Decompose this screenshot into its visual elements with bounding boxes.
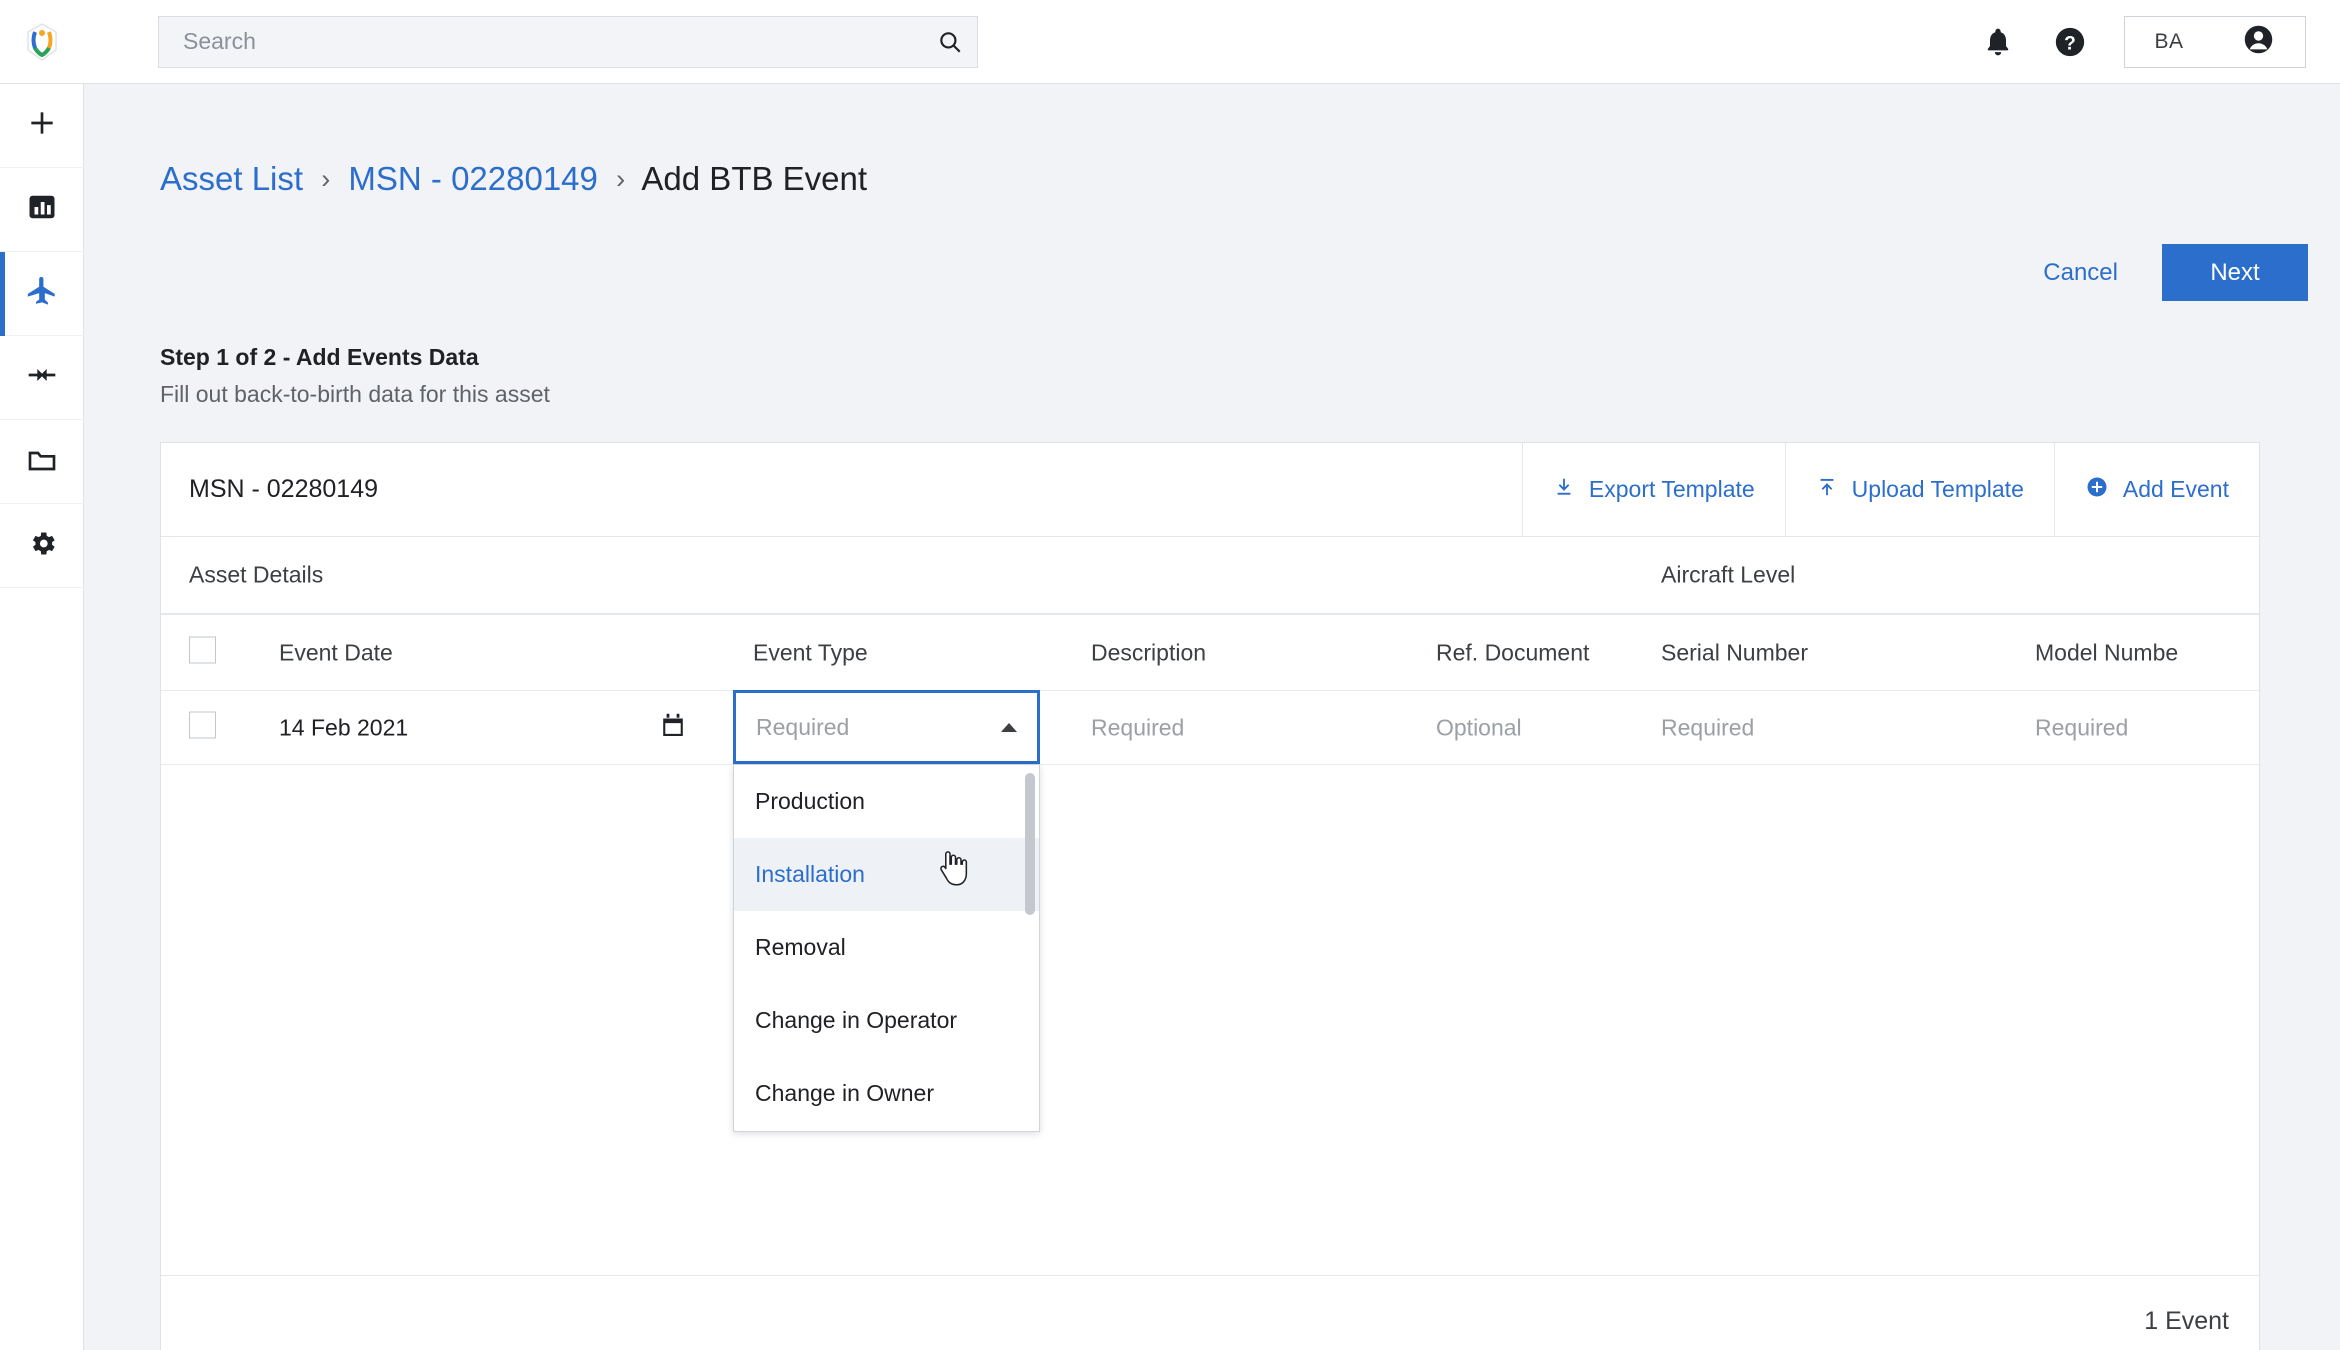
sidebar-item-documents[interactable] xyxy=(0,420,84,504)
card-title: MSN - 02280149 xyxy=(189,475,379,503)
plus-circle-icon xyxy=(2085,475,2109,505)
checkbox-box[interactable] xyxy=(189,711,216,738)
top-bar: ? BA xyxy=(0,0,2340,84)
column-group-aircraft-level: Aircraft Level xyxy=(1661,561,1796,588)
event-type-select[interactable]: Required xyxy=(733,690,1040,764)
row-checkbox[interactable] xyxy=(189,711,216,744)
breadcrumb-separator: › xyxy=(321,164,331,194)
add-event-button[interactable]: Add Event xyxy=(2053,443,2259,536)
column-header-ref-document: Ref. Document xyxy=(1436,639,1590,665)
export-template-label: Export Template xyxy=(1588,476,1755,502)
column-header-description: Description xyxy=(1091,639,1207,665)
calendar-icon[interactable] xyxy=(659,711,687,745)
event-type-dropdown-menu[interactable]: Production Installation Removal Change i… xyxy=(733,764,1040,1132)
svg-text:?: ? xyxy=(2064,33,2076,54)
cell-description[interactable]: Required xyxy=(1091,714,1184,741)
breadcrumb: Asset List › MSN - 02280149 › Add BTB Ev… xyxy=(160,160,867,198)
column-group-asset-details: Asset Details xyxy=(189,561,324,588)
search-bar[interactable] xyxy=(158,15,978,68)
topbar-actions: ? BA xyxy=(1962,0,2306,84)
dropdown-option-installation[interactable]: Installation xyxy=(734,838,1039,911)
gear-icon xyxy=(27,528,58,564)
chevron-up-icon[interactable] xyxy=(1001,722,1017,732)
add-event-label: Add Event xyxy=(2122,476,2229,502)
breadcrumb-separator: › xyxy=(616,164,626,194)
event-type-select-value: Required xyxy=(756,713,850,740)
step-title: Step 1 of 2 - Add Events Data xyxy=(160,344,479,370)
card-header: MSN - 02280149 Export Template Upload Te… xyxy=(161,443,2259,537)
column-header-serial-number: Serial Number xyxy=(1661,639,1808,665)
column-header-event-type: Event Type xyxy=(753,639,868,665)
export-template-button[interactable]: Export Template xyxy=(1521,443,1785,536)
events-card: MSN - 02280149 Export Template Upload Te… xyxy=(160,442,2260,1350)
sidebar xyxy=(0,84,84,1350)
user-initials: BA xyxy=(2154,30,2184,53)
event-count-label: 1 Event xyxy=(2144,1307,2229,1335)
sidebar-item-add[interactable] xyxy=(0,84,84,168)
airplane-icon xyxy=(25,274,59,313)
dropdown-scrollbar-thumb[interactable] xyxy=(1025,773,1035,915)
column-group-row: Asset Details Aircraft Level xyxy=(161,537,2259,615)
checkbox-box[interactable] xyxy=(189,636,216,663)
download-icon xyxy=(1553,476,1575,504)
step-subtitle: Fill out back-to-birth data for this ass… xyxy=(160,381,550,407)
sidebar-item-transfers[interactable] xyxy=(0,336,84,420)
dropdown-option-change-in-owner[interactable]: Change in Owner xyxy=(734,1057,1039,1130)
sidebar-item-settings[interactable] xyxy=(0,504,84,588)
help-circle-icon[interactable]: ? xyxy=(2034,0,2106,84)
account-circle-icon[interactable] xyxy=(2242,23,2275,61)
bar-chart-icon xyxy=(27,192,57,227)
breadcrumb-item-current: Add BTB Event xyxy=(641,160,868,197)
user-menu[interactable]: BA xyxy=(2124,16,2306,68)
upload-template-label: Upload Template xyxy=(1851,476,2024,502)
plus-icon xyxy=(26,107,58,144)
app-logo-icon[interactable] xyxy=(0,0,84,84)
main-content: Asset List › MSN - 02280149 › Add BTB Ev… xyxy=(84,84,2340,1350)
column-header-event-date: Event Date xyxy=(279,639,393,665)
column-header-model-number: Model Numbe xyxy=(2035,639,2179,665)
upload-template-button[interactable]: Upload Template xyxy=(1784,443,2054,536)
breadcrumb-item-msn[interactable]: MSN - 02280149 xyxy=(348,160,597,197)
dropdown-option-change-in-operator[interactable]: Change in Operator xyxy=(734,984,1039,1057)
cancel-button[interactable]: Cancel xyxy=(2043,259,2118,287)
search-icon[interactable] xyxy=(923,29,977,55)
sidebar-item-assets[interactable] xyxy=(0,252,84,336)
select-all-checkbox[interactable] xyxy=(189,636,216,669)
cell-serial-number[interactable]: Required xyxy=(1661,714,1754,741)
table-header-row: Event Date Event Type Description Ref. D… xyxy=(161,615,2259,691)
folder-icon xyxy=(26,443,58,480)
table-row: 14 Feb 2021 Required Required Optional R… xyxy=(161,690,2259,765)
search-input[interactable] xyxy=(159,28,923,55)
table-body: 14 Feb 2021 Required Required Optional R… xyxy=(161,690,2259,1269)
sidebar-item-dashboard[interactable] xyxy=(0,168,84,252)
cell-model-number[interactable]: Required xyxy=(2035,714,2128,741)
next-button[interactable]: Next xyxy=(2162,244,2308,301)
breadcrumb-item-asset-list[interactable]: Asset List xyxy=(160,160,303,197)
upload-icon xyxy=(1816,476,1838,504)
bell-icon[interactable] xyxy=(1962,0,2034,84)
dropdown-option-production[interactable]: Production xyxy=(734,765,1039,838)
card-footer: 1 Event xyxy=(161,1275,2259,1350)
cell-event-date[interactable]: 14 Feb 2021 xyxy=(279,714,408,741)
app-root: ? BA xyxy=(0,0,2340,1350)
dropdown-option-removal[interactable]: Removal xyxy=(734,911,1039,984)
cell-ref-document[interactable]: Optional xyxy=(1436,714,1522,741)
compress-arrows-icon xyxy=(26,359,58,396)
